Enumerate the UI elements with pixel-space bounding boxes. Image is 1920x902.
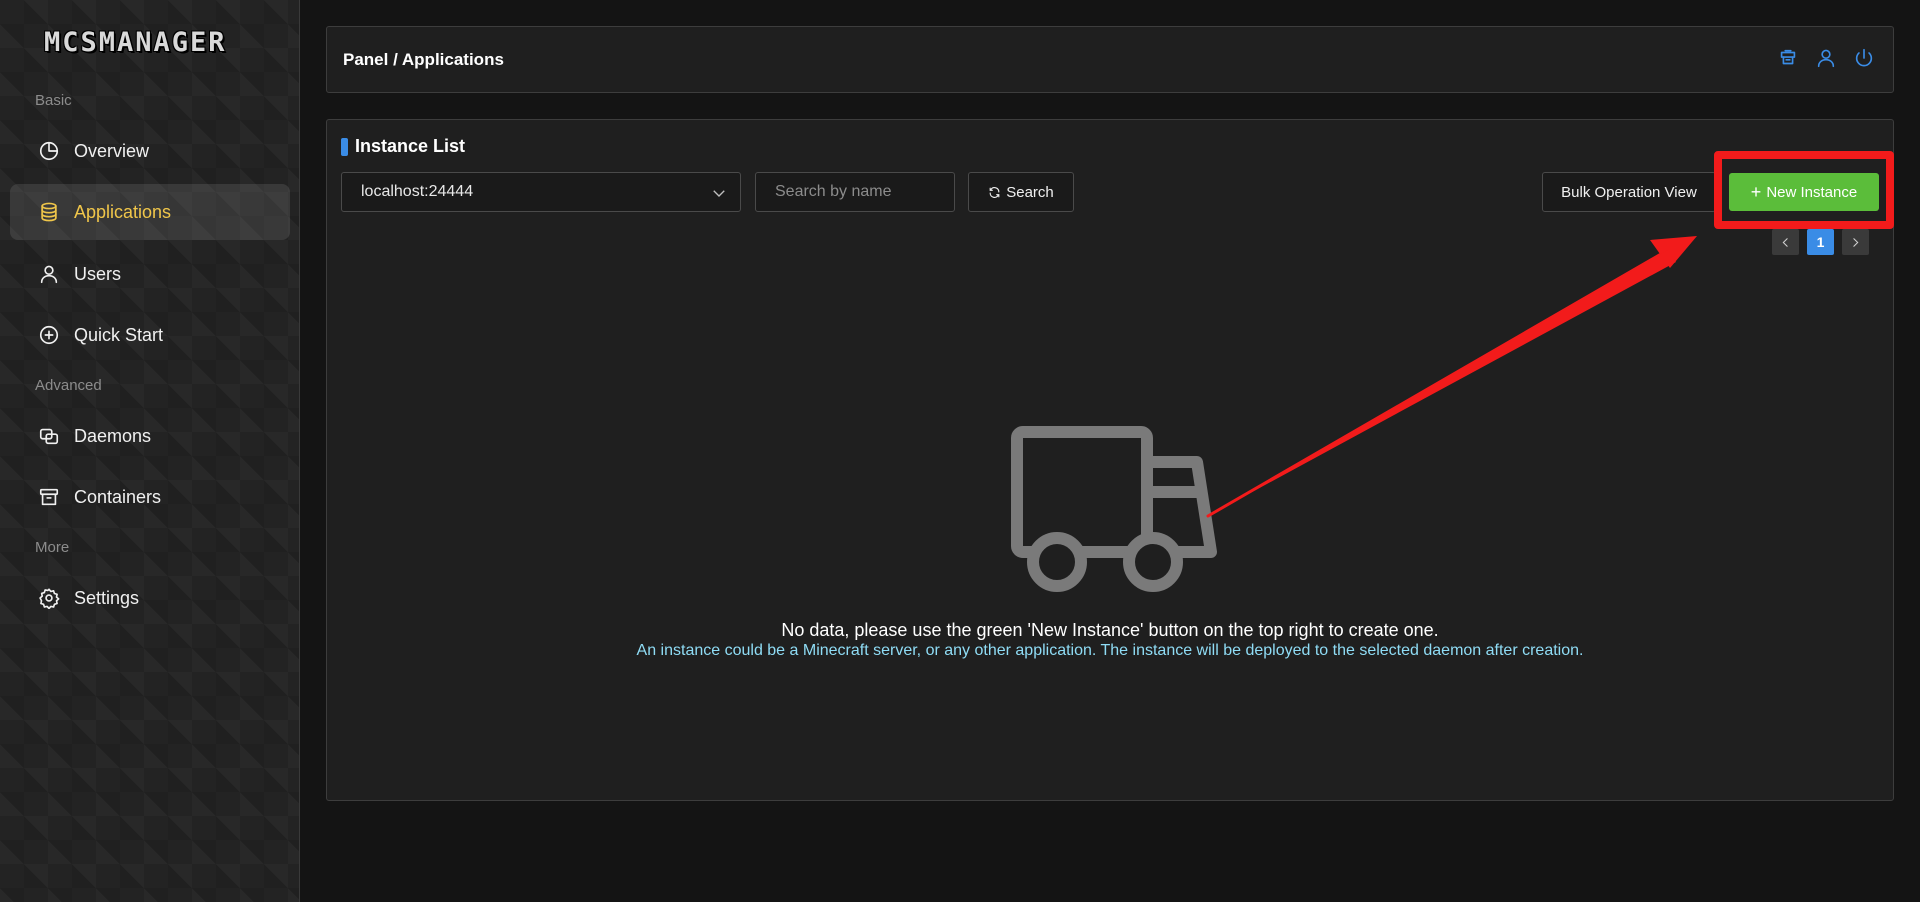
plus-icon: +	[1750, 182, 1762, 202]
chevron-right-icon	[1853, 237, 1859, 247]
app-logo[interactable]: MCSMANAGER	[44, 28, 258, 58]
sidebar-item-overview[interactable]: Overview	[10, 123, 290, 179]
sidebar-item-label: Quick Start	[74, 324, 164, 345]
prev-page-button[interactable]	[1772, 229, 1799, 255]
top-header: Panel / Applications	[326, 26, 1894, 93]
page-number[interactable]: 1	[1807, 229, 1834, 255]
breadcrumb: Panel / Applications	[343, 49, 504, 69]
group-label-advanced: Advanced	[35, 377, 102, 394]
sidebar: MCSMANAGER Basic Overview Applications U…	[0, 0, 300, 902]
pagination: 1	[1772, 229, 1869, 255]
search-button[interactable]: Search	[968, 172, 1074, 212]
header-actions	[1777, 47, 1875, 69]
title-accent-bar	[341, 137, 348, 156]
sidebar-item-label: Settings	[74, 587, 140, 608]
card-title-text: Instance List	[355, 136, 466, 156]
sidebar-item-users[interactable]: Users	[10, 246, 290, 302]
chevron-left-icon	[1782, 237, 1788, 247]
search-button-label: Search	[1006, 183, 1054, 201]
plus-circle-icon	[38, 324, 60, 346]
gear-icon	[38, 587, 60, 609]
group-label-basic: Basic	[35, 92, 72, 109]
sidebar-item-label: Users	[74, 263, 122, 284]
new-instance-label: New Instance	[1766, 183, 1858, 201]
block-icon	[38, 425, 60, 447]
pie-chart-icon	[38, 140, 60, 162]
card-title: Instance List	[341, 136, 465, 157]
group-label-more: More	[35, 539, 70, 556]
new-instance-button[interactable]: + New Instance	[1729, 173, 1879, 211]
database-icon	[38, 201, 60, 223]
bulk-operation-label: Bulk Operation View	[1561, 183, 1697, 201]
bulk-operation-button[interactable]: Bulk Operation View	[1542, 172, 1716, 212]
truck-icon	[1007, 422, 1235, 602]
container-icon	[38, 486, 60, 508]
power-icon[interactable]	[1853, 47, 1875, 69]
sidebar-item-containers[interactable]: Containers	[10, 469, 290, 525]
sidebar-item-quick-start[interactable]: Quick Start	[10, 307, 290, 363]
sidebar-item-applications[interactable]: Applications	[10, 184, 290, 240]
user-icon	[38, 263, 60, 285]
sidebar-item-label: Containers	[74, 486, 162, 507]
search-input[interactable]	[755, 172, 955, 212]
daemon-select-value: localhost:24444	[361, 183, 474, 200]
chevron-down-icon	[710, 184, 728, 202]
daemon-select[interactable]: localhost:24444	[341, 172, 741, 212]
sidebar-item-label: Applications	[74, 201, 172, 222]
instance-list-card: Instance List localhost:24444 Search Bul…	[326, 119, 1894, 801]
next-page-button[interactable]	[1842, 229, 1869, 255]
sidebar-item-label: Overview	[74, 140, 150, 161]
user-icon[interactable]	[1815, 47, 1837, 69]
empty-state-hint: An instance could be a Minecraft server,…	[636, 642, 1584, 659]
notification-icon[interactable]	[1777, 47, 1799, 69]
sidebar-item-label: Daemons	[74, 425, 152, 446]
empty-state-message: No data, please use the green 'New Insta…	[781, 620, 1439, 640]
sidebar-item-settings[interactable]: Settings	[10, 570, 290, 626]
refresh-icon	[989, 186, 1000, 198]
sidebar-item-daemons[interactable]: Daemons	[10, 408, 290, 464]
